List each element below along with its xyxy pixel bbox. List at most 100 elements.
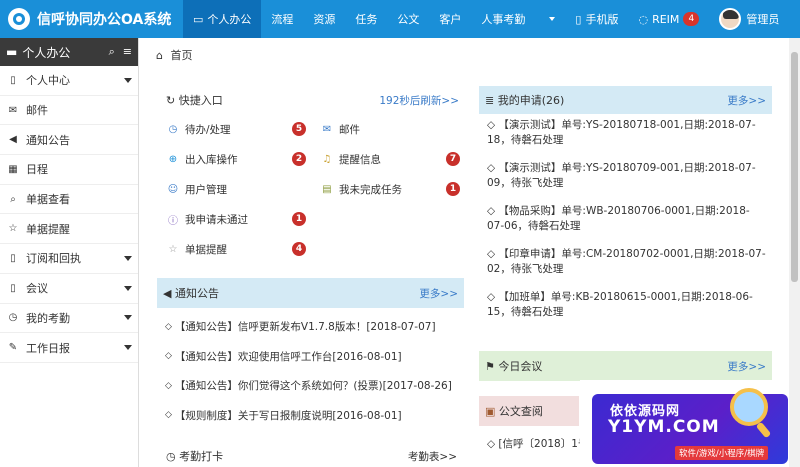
- quick-item-todo[interactable]: ◷ 待办/处理 5: [166, 120, 306, 138]
- sidebar-item-label: 邮件: [26, 104, 48, 118]
- star-icon: ☆: [168, 243, 178, 255]
- quick-item-label: 待办/处理: [185, 123, 231, 136]
- nav-more-dropdown[interactable]: [535, 0, 565, 38]
- nav-item-tasks[interactable]: 任务: [345, 0, 387, 38]
- sidebar-item-meeting[interactable]: ▯ 会议: [0, 274, 138, 304]
- sidebar-item-label: 会议: [26, 282, 48, 296]
- sidebar-item-schedule[interactable]: ▦ 日程: [0, 155, 138, 185]
- nav-item-documents[interactable]: 公文: [387, 0, 429, 38]
- nav-item-customers[interactable]: 客户: [429, 0, 471, 38]
- monitor-icon: ▬: [6, 45, 18, 59]
- document-text: [信呼〔2018〕1号: [498, 438, 589, 450]
- breadcrumb-home[interactable]: 首页: [170, 49, 192, 62]
- reim-badge: 4: [683, 12, 700, 26]
- nav-label: 个人办公: [207, 13, 252, 26]
- today-meetings-panel: ⚑ 今日会议 更多>>: [479, 351, 772, 381]
- nav-item-resources[interactable]: 资源: [303, 0, 345, 38]
- search-icon: ⌕: [10, 193, 16, 205]
- envelope-icon: ✉: [8, 104, 18, 116]
- diamond-icon: ◇: [165, 410, 172, 421]
- scrollbar-thumb[interactable]: [791, 52, 798, 282]
- diamond-icon: ◇: [165, 321, 172, 332]
- sidebar-item-doc-view[interactable]: ⌕ 单据查看: [0, 185, 138, 215]
- notice-list: ◇ 【通知公告】信呼更新发布V1.7.8版本！[2018-07-07] ◇ 【通知公…: [157, 308, 464, 430]
- quick-item-tasks[interactable]: ▤ 我未完成任务 1: [320, 180, 460, 198]
- list-item[interactable]: ◇ 【通知公告】欢迎使用信呼工作台[2016-08-01]: [157, 342, 464, 372]
- nav-label: 公文: [397, 13, 420, 26]
- list-item[interactable]: ◇ 【规则制度】关于写日报制度说明[2016-08-01]: [157, 401, 464, 431]
- quick-item-doc-reminder[interactable]: ☆ 单据提醒 4: [166, 240, 306, 258]
- nav-item-personal-office[interactable]: ▭ 个人办公: [183, 0, 262, 38]
- list-item[interactable]: ◇ 【演示测试】单号:YS-20180709-001,日期:2018-07-09…: [487, 161, 766, 191]
- sidebar-item-subscribe[interactable]: ▯ 订阅和回执: [0, 244, 138, 274]
- sidebar-item-daily-report[interactable]: ✎ 工作日报: [0, 333, 138, 363]
- list-item[interactable]: ◇ [信呼〔2018〕1号: [479, 426, 588, 451]
- caret-down-icon: [124, 285, 132, 291]
- volume-icon: ◀: [9, 134, 17, 146]
- quick-item-label: 邮件: [339, 123, 360, 136]
- sidebar-item-label: 单据查看: [26, 193, 70, 207]
- meetings-header: ⚑ 今日会议 更多>>: [479, 351, 772, 381]
- attendance-table-link[interactable]: 考勤表>>: [408, 449, 457, 464]
- sidebar-item-personal-center[interactable]: ▯ 个人中心: [0, 66, 138, 96]
- quick-item-mail[interactable]: ✉ 邮件: [320, 120, 460, 138]
- nav-item-hr-attendance[interactable]: 人事考勤: [471, 0, 535, 38]
- nav-item-reim[interactable]: ◌ REIM 4: [628, 0, 709, 38]
- notice-panel: ◀ 通知公告 更多>> ◇ 【通知公告】信呼更新发布V1.7.8版本！[2018-…: [157, 278, 464, 430]
- watermark: 依依源码网 Y1YM.COM 软件/游戏/小程序/棋牌: [580, 380, 800, 467]
- nav-label: 客户: [439, 13, 462, 26]
- sidebar-item-notice[interactable]: ◀ 通知公告: [0, 125, 138, 156]
- scrollbar[interactable]: [789, 38, 800, 467]
- user-menu[interactable]: 管理员: [719, 8, 779, 30]
- count-badge: 1: [446, 182, 460, 196]
- nav-label: 任务: [355, 13, 378, 26]
- sidebar-item-mail[interactable]: ✉ 邮件: [0, 96, 138, 126]
- logo-icon: [8, 8, 30, 30]
- list-item[interactable]: ◇ 【加班单】单号:KB-20180615-0001,日期:2018-06-15…: [487, 290, 766, 320]
- applications-header: ≣ 我的申请(26) 更多>>: [479, 86, 772, 114]
- quick-item-users[interactable]: ☺ 用户管理: [166, 180, 306, 198]
- list-item[interactable]: ◇ 【演示测试】单号:YS-20180718-001,日期:2018-07-18…: [487, 118, 766, 148]
- quick-entry-panel: ↻ 快捷入口 192秒后刷新>> ◷ 待办/处理 5 ✉ 邮件 ⊕ 出入库操作 …: [160, 88, 465, 262]
- magnifier-icon: [730, 388, 768, 426]
- application-text: 【加班单】单号:KB-20180615-0001,日期:2018-06-15，待…: [487, 291, 753, 318]
- quick-item-reminder[interactable]: ♫ 提醒信息 7: [320, 150, 460, 168]
- sidebar-item-attendance[interactable]: ◷ 我的考勤: [0, 304, 138, 334]
- list-icon: ≣: [485, 94, 495, 107]
- flag-icon: ⚑: [485, 360, 495, 373]
- chat-icon: ◌: [638, 12, 649, 26]
- list-item[interactable]: ◇ 【通知公告】你们觉得这个系统如何？(投票)[2017-08-26]: [157, 371, 464, 401]
- list-item[interactable]: ◇ 【物品采购】单号:WB-20180706-0001,日期:2018-07-0…: [487, 204, 766, 234]
- list-item[interactable]: ◇ 【通知公告】信呼更新发布V1.7.8版本！[2018-07-07]: [157, 312, 464, 342]
- nav-item-flow[interactable]: 流程: [261, 0, 303, 38]
- sidebar-item-doc-reminder[interactable]: ☆ 单据提醒: [0, 214, 138, 245]
- applications-title: 我的申请(26): [497, 94, 565, 107]
- mobile-icon: ▯: [575, 12, 582, 26]
- documents-panel: ▣ 公文查阅 ◇ [信呼〔2018〕1号: [479, 396, 588, 451]
- menu-icon[interactable]: ≡: [123, 45, 132, 59]
- breadcrumb: ⌂ 首页: [156, 47, 192, 63]
- bookmark-icon: ▯: [10, 252, 16, 264]
- list-item[interactable]: ◇ 【印章申请】单号:CM-20180702-0001,日期:2018-07-0…: [487, 247, 766, 277]
- documents-header: ▣ 公文查阅: [479, 396, 579, 426]
- brand[interactable]: 信呼协同办公OA系统: [0, 8, 183, 30]
- refresh-countdown-link[interactable]: 192秒后刷新>>: [379, 93, 459, 108]
- count-badge: 5: [292, 122, 306, 136]
- star-icon: ☆: [8, 223, 18, 235]
- home-icon: ⌂: [156, 49, 163, 62]
- sidebar-item-label: 我的考勤: [26, 311, 70, 325]
- attendance-panel: ◷ 考勤打卡 考勤表>>: [160, 446, 463, 466]
- search-icon[interactable]: ⌕: [109, 45, 115, 59]
- nav-label: REIM: [652, 12, 680, 26]
- volume-icon: ◀: [163, 287, 172, 300]
- quick-item-rejected[interactable]: ⓘ 我申请未通过 1: [166, 210, 306, 228]
- attendance-header: ◷ 考勤打卡 考勤表>>: [160, 446, 463, 466]
- caret-down-icon: [124, 315, 132, 321]
- applications-more-link[interactable]: 更多>>: [727, 93, 766, 108]
- notice-text: 【规则制度】关于写日报制度说明[2016-08-01]: [174, 409, 402, 422]
- quick-item-stock[interactable]: ⊕ 出入库操作 2: [166, 150, 306, 168]
- clock-icon: ◷: [8, 312, 18, 324]
- nav-item-mobile[interactable]: ▯ 手机版: [565, 0, 628, 38]
- notice-more-link[interactable]: 更多>>: [419, 286, 458, 301]
- meetings-more-link[interactable]: 更多>>: [727, 359, 766, 374]
